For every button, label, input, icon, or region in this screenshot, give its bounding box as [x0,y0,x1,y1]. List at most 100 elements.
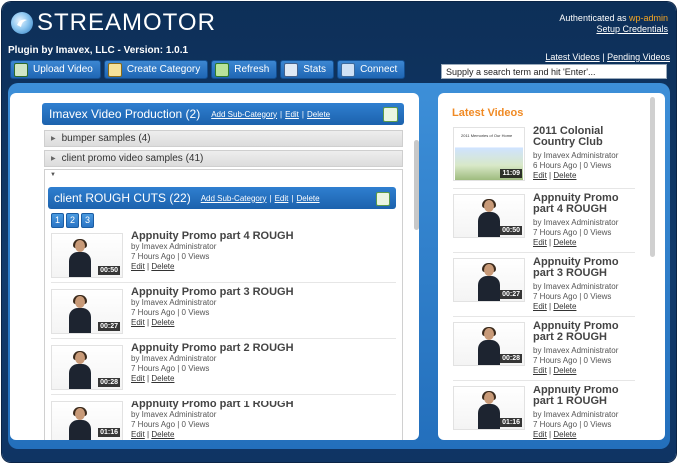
video-thumbnail[interactable]: 00:50 [51,233,123,278]
video-meta: 7 Hours Ago | 0 Views [533,228,612,237]
duration-badge: 00:28 [500,354,522,363]
video-delete-link[interactable]: Delete [151,262,174,271]
video-delete-link[interactable]: Delete [553,366,576,375]
video-thumbnail[interactable]: 00:50 [453,194,525,238]
links-separator: | [147,430,150,439]
add-sub-category-link[interactable]: Add Sub-Category [211,110,277,119]
video-delete-link[interactable]: Delete [553,238,576,247]
video-meta: 7 Hours Ago | 0 Views [131,364,210,373]
duration-badge: 00:27 [500,290,522,299]
page-3-button[interactable]: 3 [81,213,94,228]
logo: STREAMOTOR [11,9,216,37]
page-1-button[interactable]: 1 [51,213,64,228]
video-thumbnail[interactable]: 00:28 [453,322,525,366]
video-edit-link[interactable]: Edit [131,374,145,383]
category-header: Imavex Video Production (2) Add Sub-Cate… [42,103,404,125]
video-edit-link[interactable]: Edit [533,430,547,439]
latest-videos-link[interactable]: Latest Videos [545,52,599,62]
video-thumbnail[interactable]: 00:27 [51,289,123,334]
scrollbar-thumb[interactable] [414,140,419,230]
video-meta: 7 Hours Ago | 0 Views [131,420,210,429]
video-edit-link[interactable]: Edit [131,262,145,271]
video-edit-link[interactable]: Edit [533,171,547,180]
video-title[interactable]: Appnuity Promo part 2 ROUGH [131,342,294,354]
scrollbar-thumb[interactable] [650,97,655,257]
connect-button[interactable]: Connect [337,60,406,79]
add-sub-category-link[interactable]: Add Sub-Category [201,194,267,203]
category-panel-scrollbar[interactable] [414,140,420,430]
video-edit-link[interactable]: Edit [533,366,547,375]
video-edit-link[interactable]: Edit [533,302,547,311]
video-author: by Imavex Administrator [533,346,619,355]
collapsed-category-client-promo[interactable]: ▶ client promo video samples (41) [44,150,403,167]
video-edit-link[interactable]: Edit [131,318,145,327]
video-edit-link[interactable]: Edit [533,238,547,247]
category-edit-link[interactable]: Edit [285,110,299,119]
video-edit-link[interactable]: Edit [131,430,145,439]
video-delete-link[interactable]: Delete [553,171,576,180]
actions-separator: | [301,109,304,119]
video-thumbnail[interactable]: 01:16 [453,386,525,430]
video-meta: 7 Hours Ago | 0 Views [131,252,210,261]
latest-video-item: 2011 Memories of Our Home 11:09 2011 Col… [453,126,635,187]
links-separator: | [147,262,150,271]
video-title[interactable]: Appnuity Promo part 1 ROUGH [131,401,294,410]
video-title[interactable]: Appnuity Promo part 3 ROUGH [131,286,294,298]
category-title[interactable]: Imavex Video Production (2) [49,107,200,121]
collapse-arrow-icon[interactable]: ▼ [50,172,56,178]
subcategory-actions: Add Sub-Category | Edit | Delete [201,194,320,203]
pending-videos-link[interactable]: Pending Videos [607,52,670,62]
upload-to-subcategory-icon[interactable] [376,192,390,206]
video-title[interactable]: Appnuity Promo part 2 ROUGH [533,321,635,343]
video-title[interactable]: Appnuity Promo part 1 ROUGH [533,386,635,407]
duration-badge: 00:27 [98,322,120,331]
refresh-button[interactable]: Refresh [211,60,278,79]
video-delete-link[interactable]: Delete [553,430,576,439]
video-title[interactable]: Appnuity Promo part 3 ROUGH [533,257,635,279]
create-category-button[interactable]: Create Category [103,60,209,79]
video-meta: 7 Hours Ago | 0 Views [533,420,612,429]
refresh-icon [215,62,230,77]
video-delete-link[interactable]: Delete [151,374,174,383]
video-delete-link[interactable]: Delete [151,430,174,439]
search-input[interactable]: Supply a search term and hit 'Enter'... [441,64,667,79]
latest-video-item: 00:50 Appnuity Promo part 4 ROUGH by Ima… [453,193,635,254]
video-title[interactable]: Appnuity Promo part 4 ROUGH [533,193,635,215]
category-delete-link[interactable]: Delete [307,110,330,119]
setup-credentials-link[interactable]: Setup Credentials [596,24,668,34]
upload-to-category-icon[interactable] [383,107,398,122]
video-delete-link[interactable]: Delete [151,318,174,327]
video-author: by Imavex Administrator [533,282,619,291]
subcategory-edit-link[interactable]: Edit [275,194,289,203]
video-thumbnail[interactable]: 2011 Memories of Our Home 11:09 [453,127,525,181]
auth-info: Authenticated as wp-admin Setup Credenti… [559,13,668,35]
video-row: 00:28 Appnuity Promo part 2 ROUGH by Ima… [51,342,396,395]
video-row: 00:27 Appnuity Promo part 3 ROUGH by Ima… [51,286,396,339]
collapsed-category-bumper[interactable]: ▶ bumper samples (4) [44,130,403,147]
upload-video-button[interactable]: Upload Video [10,60,101,79]
duration-badge: 00:28 [98,378,120,387]
create-category-label: Create Category [126,64,201,75]
page-2-button[interactable]: 2 [66,213,79,228]
latest-video-item: 00:27 Appnuity Promo part 3 ROUGH by Ima… [453,257,635,318]
subcategory-title[interactable]: client ROUGH CUTS (22) [54,191,191,205]
video-thumbnail[interactable]: 00:28 [51,345,123,390]
stats-label: Stats [303,64,327,75]
subcategory-delete-link[interactable]: Delete [296,194,319,203]
video-thumbnail[interactable]: 01:16 [51,401,123,440]
video-meta: 7 Hours Ago | 0 Views [533,292,612,301]
video-title[interactable]: Appnuity Promo part 4 ROUGH [131,230,294,242]
video-delete-link[interactable]: Delete [553,302,576,311]
video-author: by Imavex Administrator [131,298,217,307]
stats-button[interactable]: Stats [280,60,335,79]
video-thumbnail[interactable]: 00:27 [453,258,525,302]
links-separator: | [147,318,150,327]
actions-separator: | [269,193,272,203]
video-title[interactable]: 2011 Colonial Country Club [533,126,635,148]
latest-panel-scrollbar[interactable] [650,97,656,437]
refresh-label: Refresh [234,64,270,75]
video-author: by Imavex Administrator [131,242,217,251]
video-author: by Imavex Administrator [131,410,217,419]
duration-badge: 00:50 [500,226,522,235]
links-separator: | [549,366,552,375]
